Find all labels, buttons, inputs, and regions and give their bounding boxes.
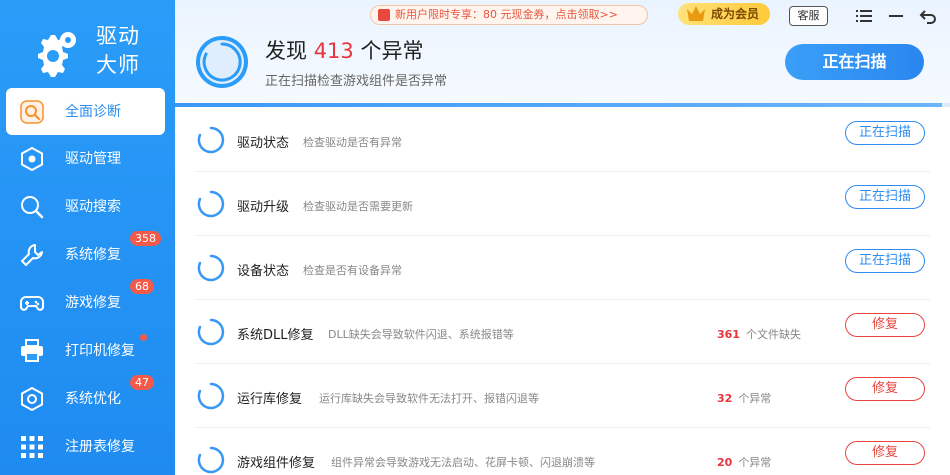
scan-status-text: 正在扫描检查游戏组件是否异常 [265, 74, 448, 89]
sidebar-item-game-repair[interactable]: 游戏修复 68 [0, 279, 175, 327]
title-prefix: 发现 [265, 39, 307, 63]
list-item: 游戏组件修复 组件异常会导致游戏无法启动、花屏卡顿、闪退崩溃等 20 个异常 修复 [195, 428, 930, 475]
scanning-status-button[interactable]: 正在扫描 [845, 121, 925, 145]
search-diagnose-icon [20, 100, 44, 124]
item-description: 检查驱动是否需要更新 [303, 200, 413, 213]
item-name: 系统DLL修复 [237, 328, 314, 343]
count-badge: 68 [130, 279, 154, 294]
list-item: 驱动状态 检查驱动是否有异常 正在扫描 [195, 108, 930, 172]
scan-progress-fill [175, 103, 943, 107]
sidebar-item-registry-repair[interactable]: 注册表修复 [0, 423, 175, 471]
sidebar-item-label: 驱动管理 [65, 151, 121, 167]
item-description: 检查驱动是否有异常 [303, 136, 402, 149]
loading-spinner-icon [197, 318, 225, 346]
header: 新用户限时专享：80 元现金券，点击领取>> 成为会员 客服 发现 413 个异… [175, 0, 950, 106]
repair-button[interactable]: 修复 [845, 313, 925, 337]
become-vip-button[interactable]: 成为会员 [678, 3, 770, 25]
scan-items-list: 驱动状态 检查驱动是否有异常 正在扫描 驱动升级 检查驱动是否需要更新 正在扫描 设备状态检… [175, 108, 950, 475]
sidebar-nav: 全面诊断 驱动管理 驱动搜索 系统修复 358 游戏修复 68 打印机修复 系统… [0, 88, 175, 471]
sidebar-item-label: 游戏修复 [65, 295, 121, 311]
count-badge: 47 [130, 375, 154, 390]
scanning-status-button[interactable]: 正在扫描 [845, 185, 925, 209]
scanning-status-button[interactable]: 正在扫描 [845, 249, 925, 273]
promo-text: 新用户限时专享：80 元现金券，点击领取>> [395, 8, 618, 21]
sidebar: 驱动 大师 全面诊断 驱动管理 驱动搜索 系统修复 358 游戏修复 68 打印… [0, 0, 175, 475]
loading-spinner-icon [197, 190, 225, 218]
item-name: 驱动状态 [237, 136, 290, 151]
issue-count: 413 [313, 39, 354, 63]
sidebar-item-system-optimize[interactable]: 系统优化 47 [0, 375, 175, 423]
item-count-label: 个异常 [738, 392, 772, 405]
item-count-label: 个异常 [738, 456, 772, 469]
gear-hexagon-icon [21, 387, 43, 411]
list-item: 设备状态 检查是否有设备异常 正在扫描 [195, 236, 930, 300]
item-description: 组件异常会导致游戏无法启动、花屏卡顿、闪退崩溃等 [331, 456, 595, 469]
list-item: 驱动升级 检查驱动是否需要更新 正在扫描 [195, 172, 930, 236]
grid-icon [21, 436, 43, 458]
gamepad-icon [20, 296, 44, 311]
item-description: 运行库缺失会导致软件无法打开、报错闪退等 [319, 392, 539, 405]
printer-icon [21, 339, 43, 362]
promo-banner[interactable]: 新用户限时专享：80 元现金券，点击领取>> [370, 5, 648, 25]
sidebar-item-driver-manage[interactable]: 驱动管理 [0, 135, 175, 183]
app-logo: 驱动 大师 [30, 22, 160, 82]
app-name-line2: 大师 [96, 53, 140, 77]
list-item: 运行库修复 运行库缺失会导致软件无法打开、报错闪退等 32 个异常 修复 [195, 364, 930, 428]
sidebar-item-label: 系统优化 [65, 391, 121, 407]
customer-service-button[interactable]: 客服 [789, 6, 828, 26]
sidebar-item-label: 全面诊断 [65, 104, 121, 120]
loading-spinner-icon [197, 254, 225, 282]
item-count-label: 个文件缺失 [745, 328, 801, 341]
magnifier-icon [21, 196, 44, 219]
page-title: 发现 413 个异常 [265, 37, 423, 65]
crown-icon [687, 6, 705, 21]
scan-progress-bar [175, 103, 950, 107]
sidebar-item-system-repair[interactable]: 系统修复 358 [0, 231, 175, 279]
item-count-number: 361 [717, 328, 740, 341]
item-description: DLL缺失会导致软件闪退、系统报错等 [328, 328, 514, 341]
scanning-button[interactable]: 正在扫描 [785, 44, 924, 80]
title-suffix: 个异常 [360, 39, 424, 63]
item-name: 驱动升级 [237, 200, 290, 215]
repair-button[interactable]: 修复 [845, 441, 925, 465]
item-name: 设备状态 [237, 264, 290, 279]
back-arrow-icon[interactable] [919, 7, 937, 25]
item-name: 运行库修复 [237, 392, 303, 407]
item-count-number: 32 [717, 392, 733, 405]
app-name-line1: 驱动 [96, 24, 140, 48]
loading-spinner-icon [197, 446, 225, 474]
repair-button[interactable]: 修复 [845, 377, 925, 401]
loading-spinner-icon [197, 126, 225, 154]
sidebar-item-label: 注册表修复 [65, 439, 135, 455]
sidebar-item-label: 系统修复 [65, 247, 121, 263]
item-count: 32 个异常 [717, 390, 771, 406]
wrench-icon [21, 244, 43, 266]
item-name: 游戏组件修复 [237, 456, 316, 471]
item-count: 361 个文件缺失 [717, 326, 801, 342]
sidebar-item-label: 驱动搜索 [65, 199, 121, 215]
minimize-icon[interactable] [887, 7, 905, 25]
gear-logo-icon [38, 32, 76, 77]
notification-dot [140, 334, 147, 341]
menu-icon[interactable] [855, 7, 873, 25]
red-envelope-icon [378, 9, 390, 21]
hexagon-chip-icon [21, 147, 43, 171]
vip-label: 成为会员 [711, 7, 760, 21]
sidebar-item-label: 打印机修复 [65, 343, 135, 359]
sidebar-item-printer-repair[interactable]: 打印机修复 [0, 327, 175, 375]
list-item: 系统DLL修复 DLL缺失会导致软件闪退、系统报错等 361 个文件缺失 修复 [195, 300, 930, 364]
item-count: 20 个异常 [717, 454, 771, 470]
count-badge: 358 [130, 231, 161, 246]
app-name: 驱动 大师 [96, 22, 140, 80]
item-description: 检查是否有设备异常 [303, 264, 402, 277]
item-count-number: 20 [717, 456, 733, 469]
sidebar-item-driver-search[interactable]: 驱动搜索 [0, 183, 175, 231]
sidebar-item-full-diagnosis[interactable]: 全面诊断 [6, 88, 165, 135]
scanning-progress-ring-icon [196, 36, 248, 88]
loading-spinner-icon [197, 382, 225, 410]
